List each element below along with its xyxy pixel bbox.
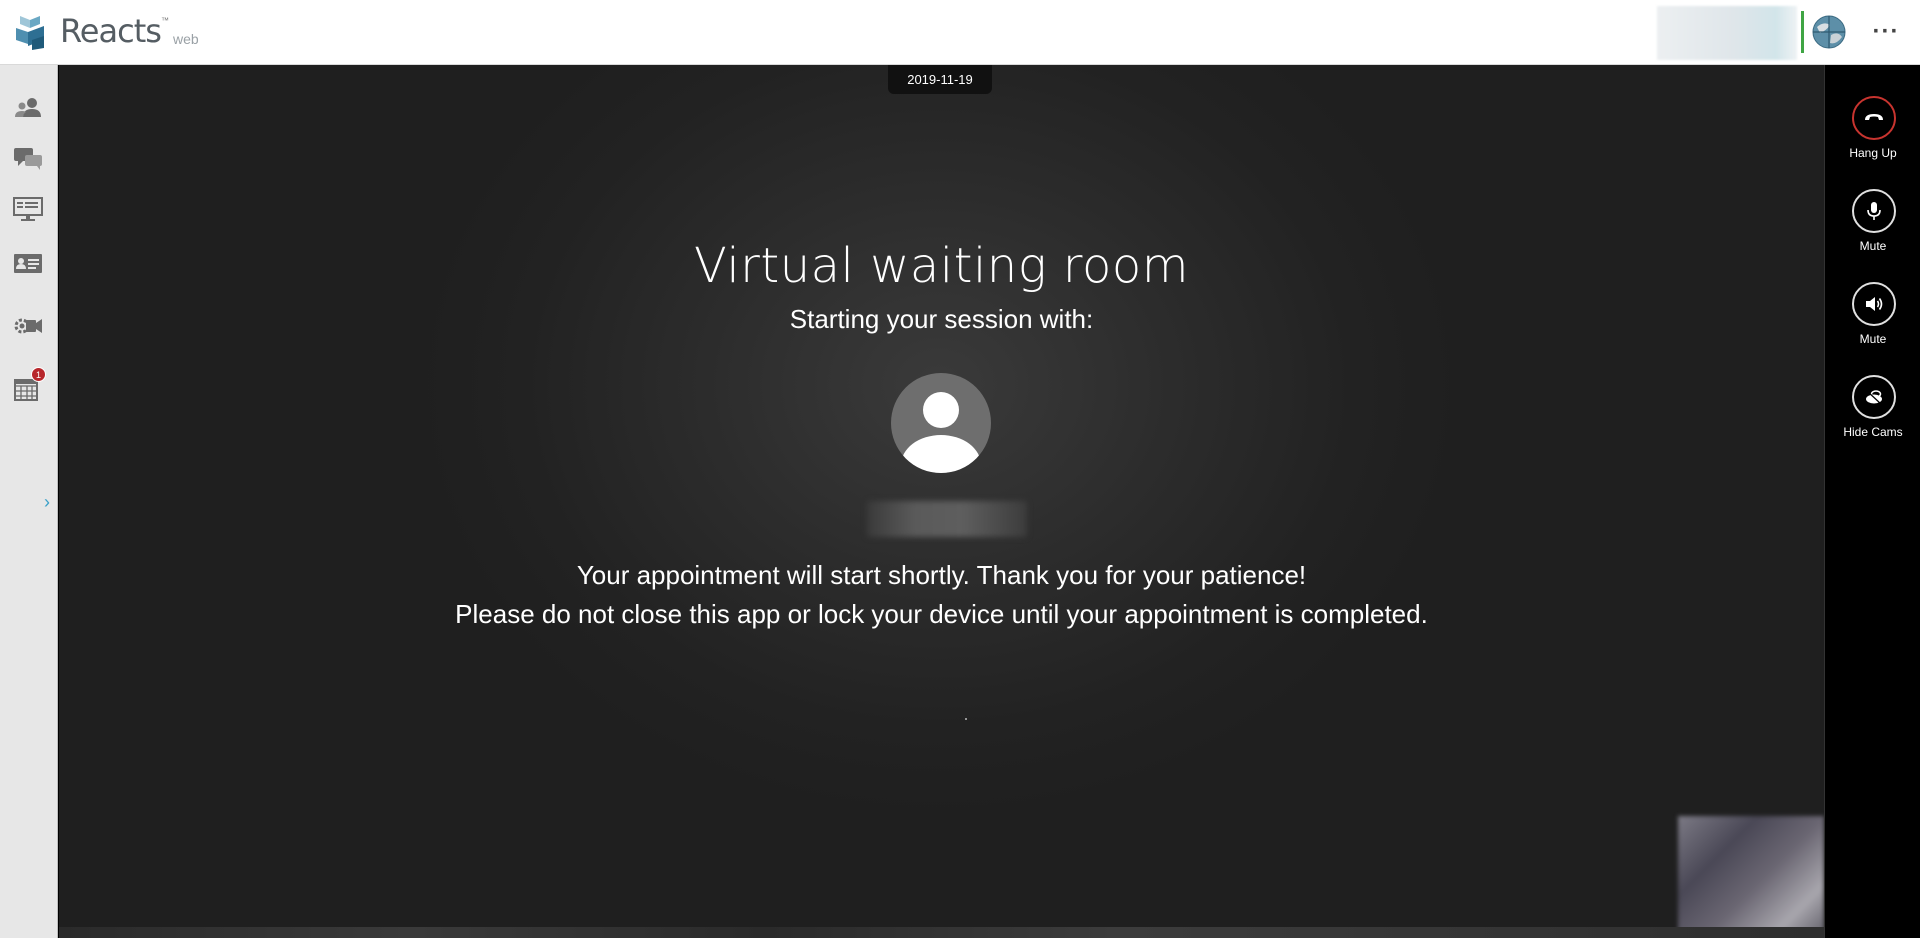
appointment-warning: Please do not close this app or lock you… [455, 599, 1428, 629]
caller-name-blurred [867, 501, 1027, 537]
caller-avatar-icon [891, 373, 991, 473]
loading-indicator [965, 718, 967, 720]
call-controls: Hang Up Mute Mute Hide Cams [1824, 65, 1920, 938]
bottom-strip [59, 927, 1824, 938]
self-camera-preview[interactable] [1678, 816, 1824, 938]
video-stage: 2019-11-19 Virtual waiting room Starting… [59, 65, 1824, 938]
contacts-icon [15, 98, 41, 117]
brand-suffix: web [173, 31, 199, 47]
hide-cams-label: Hide Cams [1843, 425, 1903, 439]
sidebar-item-presentation[interactable] [13, 195, 43, 223]
reacts-logo-icon [16, 16, 44, 50]
page-title: Virtual waiting room [694, 238, 1189, 294]
top-bar: Reacts ™ web ··· [0, 0, 1920, 65]
calendar-badge: 1 [31, 367, 46, 382]
sidebar-item-camera-settings[interactable] [13, 312, 43, 340]
status-indicator [1801, 11, 1804, 53]
sidebar-item-id-card[interactable] [13, 250, 43, 278]
speaker-icon [1866, 297, 1883, 311]
appointment-message: Your appointment will start shortly. Tha… [576, 560, 1307, 590]
microphone-icon [1867, 202, 1881, 220]
mute-speaker-label: Mute [1859, 332, 1887, 346]
brand-trademark: ™ [161, 16, 169, 25]
left-sidebar: 1 › [0, 65, 58, 938]
hide-cams-button[interactable]: Hide Cams [1825, 375, 1920, 451]
camera-settings-icon [14, 318, 42, 334]
presentation-icon [13, 197, 43, 221]
expand-sidebar-chevron-icon[interactable]: › [41, 490, 53, 514]
brand-name: Reacts [60, 12, 162, 50]
mute-microphone-button[interactable]: Mute [1825, 189, 1920, 265]
user-avatar-icon[interactable] [1812, 15, 1846, 49]
hide-cams-icon [1866, 390, 1882, 405]
chat-icon [14, 148, 42, 170]
sidebar-item-chat[interactable] [13, 145, 43, 173]
sidebar-item-contacts[interactable] [13, 95, 43, 123]
id-card-icon [14, 254, 42, 273]
user-profile-blurred[interactable] [1657, 6, 1797, 60]
session-date: 2019-11-19 [888, 65, 992, 94]
hang-up-button[interactable]: Hang Up [1825, 96, 1920, 172]
hang-up-label: Hang Up [1849, 146, 1897, 160]
hang-up-icon [1865, 114, 1883, 120]
mute-speaker-button[interactable]: Mute [1825, 282, 1920, 358]
mute-microphone-label: Mute [1859, 239, 1887, 253]
sidebar-item-calendar[interactable]: 1 [13, 367, 46, 403]
session-subtitle: Starting your session with: [789, 304, 1094, 334]
more-options-button[interactable]: ··· [1868, 14, 1904, 50]
